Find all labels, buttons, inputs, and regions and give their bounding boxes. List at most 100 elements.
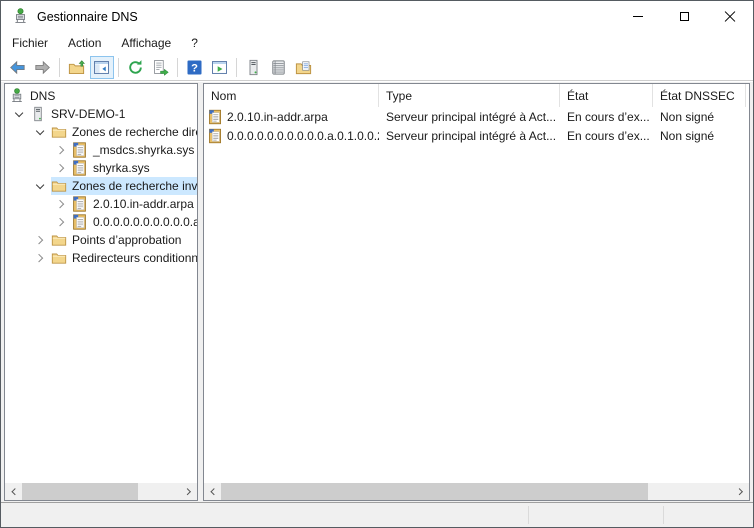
help-icon: ? — [186, 59, 203, 76]
records-icon — [270, 59, 287, 76]
folder-icon — [51, 124, 67, 140]
tree-item-label: _msdcs.shyrka.sys — [93, 143, 197, 157]
chevron-right-icon[interactable] — [51, 147, 72, 153]
list-scroll-track[interactable] — [221, 483, 732, 500]
server-tower-icon — [245, 59, 262, 76]
minimize-button[interactable] — [615, 1, 661, 32]
records-button[interactable] — [267, 56, 291, 79]
tree-item[interactable]: _msdcs.shyrka.sys — [5, 141, 197, 159]
folder-page-button[interactable] — [292, 56, 316, 79]
tree-item-label: 2.0.10.in-addr.arpa — [93, 197, 197, 211]
tree-item[interactable]: Zones de recherche direc — [5, 123, 197, 141]
refresh-button[interactable] — [124, 56, 148, 79]
cell-etat: En cours d’ex... — [560, 129, 653, 143]
chevron-right-icon[interactable] — [30, 237, 51, 243]
tree-item[interactable]: Zones de recherche inver — [5, 177, 197, 195]
window-play-icon — [211, 59, 228, 76]
chevron-down-icon[interactable] — [30, 184, 51, 188]
close-button[interactable] — [707, 1, 753, 32]
tree-scroll-track[interactable] — [22, 483, 180, 500]
chevron-glyph — [36, 181, 45, 190]
column-header-tatdnssec[interactable]: État DNSSEC — [653, 84, 746, 107]
forward-icon — [34, 59, 51, 76]
menu-item-action[interactable]: Action — [58, 33, 111, 53]
tree-horizontal-scrollbar[interactable] — [5, 483, 197, 500]
window-play-button[interactable] — [208, 56, 232, 79]
zone-icon — [208, 109, 223, 125]
status-bar-divider — [663, 506, 664, 524]
table-row[interactable]: 0.0.0.0.0.0.0.0.0.0.a.0.1.0.0.2.i...Serv… — [204, 126, 749, 145]
dns-root-icon — [9, 88, 25, 104]
menu-item-fichier[interactable]: Fichier — [2, 33, 58, 53]
chevron-glyph — [56, 218, 65, 227]
export-list-button[interactable] — [149, 56, 173, 79]
column-header-type[interactable]: Type — [379, 84, 560, 107]
cell-text: 2.0.10.in-addr.arpa — [227, 110, 328, 124]
cell-text: En cours d’ex... — [567, 110, 650, 124]
tree-scroll-left-button[interactable] — [5, 483, 22, 500]
column-header-tat[interactable]: État — [560, 84, 653, 107]
console-tree-icon — [93, 59, 110, 76]
tree-item-label: DNS — [30, 89, 59, 103]
tree-item[interactable]: DNS — [5, 87, 197, 105]
tree-item[interactable]: Points d’approbation — [5, 231, 197, 249]
console-tree-button[interactable] — [90, 56, 114, 79]
chevron-right-icon[interactable] — [51, 201, 72, 207]
tree-item-label: SRV-DEMO-1 — [51, 107, 129, 121]
server-icon — [30, 106, 46, 122]
chevron-right-icon[interactable] — [51, 165, 72, 171]
cell-text: En cours d’ex... — [567, 129, 650, 143]
toolbar: ? — [1, 54, 753, 81]
list-scroll-left-button[interactable] — [204, 483, 221, 500]
export-list-icon — [152, 59, 169, 76]
list-scroll-right-button[interactable] — [732, 483, 749, 500]
scroll-right-icon — [736, 488, 744, 496]
maximize-button[interactable] — [661, 1, 707, 32]
zone-icon — [208, 128, 223, 144]
tree-scroll-right-button[interactable] — [180, 483, 197, 500]
window-title: Gestionnaire DNS — [37, 10, 138, 24]
status-bar-divider — [528, 506, 529, 524]
dns-manager-window: Gestionnaire DNS FichierActionAffichage?… — [0, 0, 754, 528]
help-button[interactable]: ? — [183, 56, 207, 79]
chevron-glyph — [56, 200, 65, 209]
tree-item[interactable]: SRV-DEMO-1 — [5, 105, 197, 123]
tree-item[interactable]: shyrka.sys — [5, 159, 197, 177]
chevron-glyph — [56, 164, 65, 173]
chevron-right-icon[interactable] — [51, 219, 72, 225]
column-header-nom[interactable]: Nom — [204, 84, 379, 107]
menu-item-affichage[interactable]: Affichage — [111, 33, 181, 53]
chevron-glyph — [36, 127, 45, 136]
folder-up-button[interactable] — [65, 56, 89, 79]
tree-item[interactable]: 0.0.0.0.0.0.0.0.0.0.a.0.1 — [5, 213, 197, 231]
chevron-glyph — [35, 254, 44, 263]
tree-item[interactable]: Redirecteurs conditionne — [5, 249, 197, 267]
cell-nom: 2.0.10.in-addr.arpa — [204, 109, 379, 125]
scroll-left-icon — [11, 488, 19, 496]
forward-button[interactable] — [31, 56, 55, 79]
chevron-right-icon[interactable] — [30, 255, 51, 261]
back-icon — [9, 59, 26, 76]
tree-item[interactable]: 2.0.10.in-addr.arpa — [5, 195, 197, 213]
back-button[interactable] — [6, 56, 30, 79]
refresh-icon — [127, 59, 144, 76]
tree-scrollbar-thumb[interactable] — [22, 483, 138, 500]
list-scrollbar-thumb[interactable] — [221, 483, 648, 500]
tree-item-label: Redirecteurs conditionne — [72, 251, 197, 265]
menu-item-[interactable]: ? — [181, 33, 208, 53]
list-rows: 2.0.10.in-addr.arpa Serveur principal int… — [204, 107, 749, 145]
chevron-down-icon[interactable] — [30, 130, 51, 134]
folder-page-icon — [295, 59, 312, 76]
server-tower-button[interactable] — [242, 56, 266, 79]
tree-selection-highlight: Zones de recherche inver — [51, 177, 197, 195]
cell-etat-dnssec: Non signé — [653, 129, 746, 143]
list-horizontal-scrollbar[interactable] — [204, 483, 749, 500]
main-area: DNS SRV-DEMO-1 Zones de recherche direc _ms… — [1, 82, 753, 502]
tree-item-content: 2.0.10.in-addr.arpa — [72, 195, 197, 213]
table-row[interactable]: 2.0.10.in-addr.arpaServeur principal int… — [204, 107, 749, 126]
cell-type: Serveur principal intégré à Act... — [379, 129, 560, 143]
folder-icon — [51, 178, 67, 194]
window-controls — [615, 1, 753, 32]
toolbar-separator — [177, 58, 178, 77]
chevron-down-icon[interactable] — [9, 112, 30, 116]
